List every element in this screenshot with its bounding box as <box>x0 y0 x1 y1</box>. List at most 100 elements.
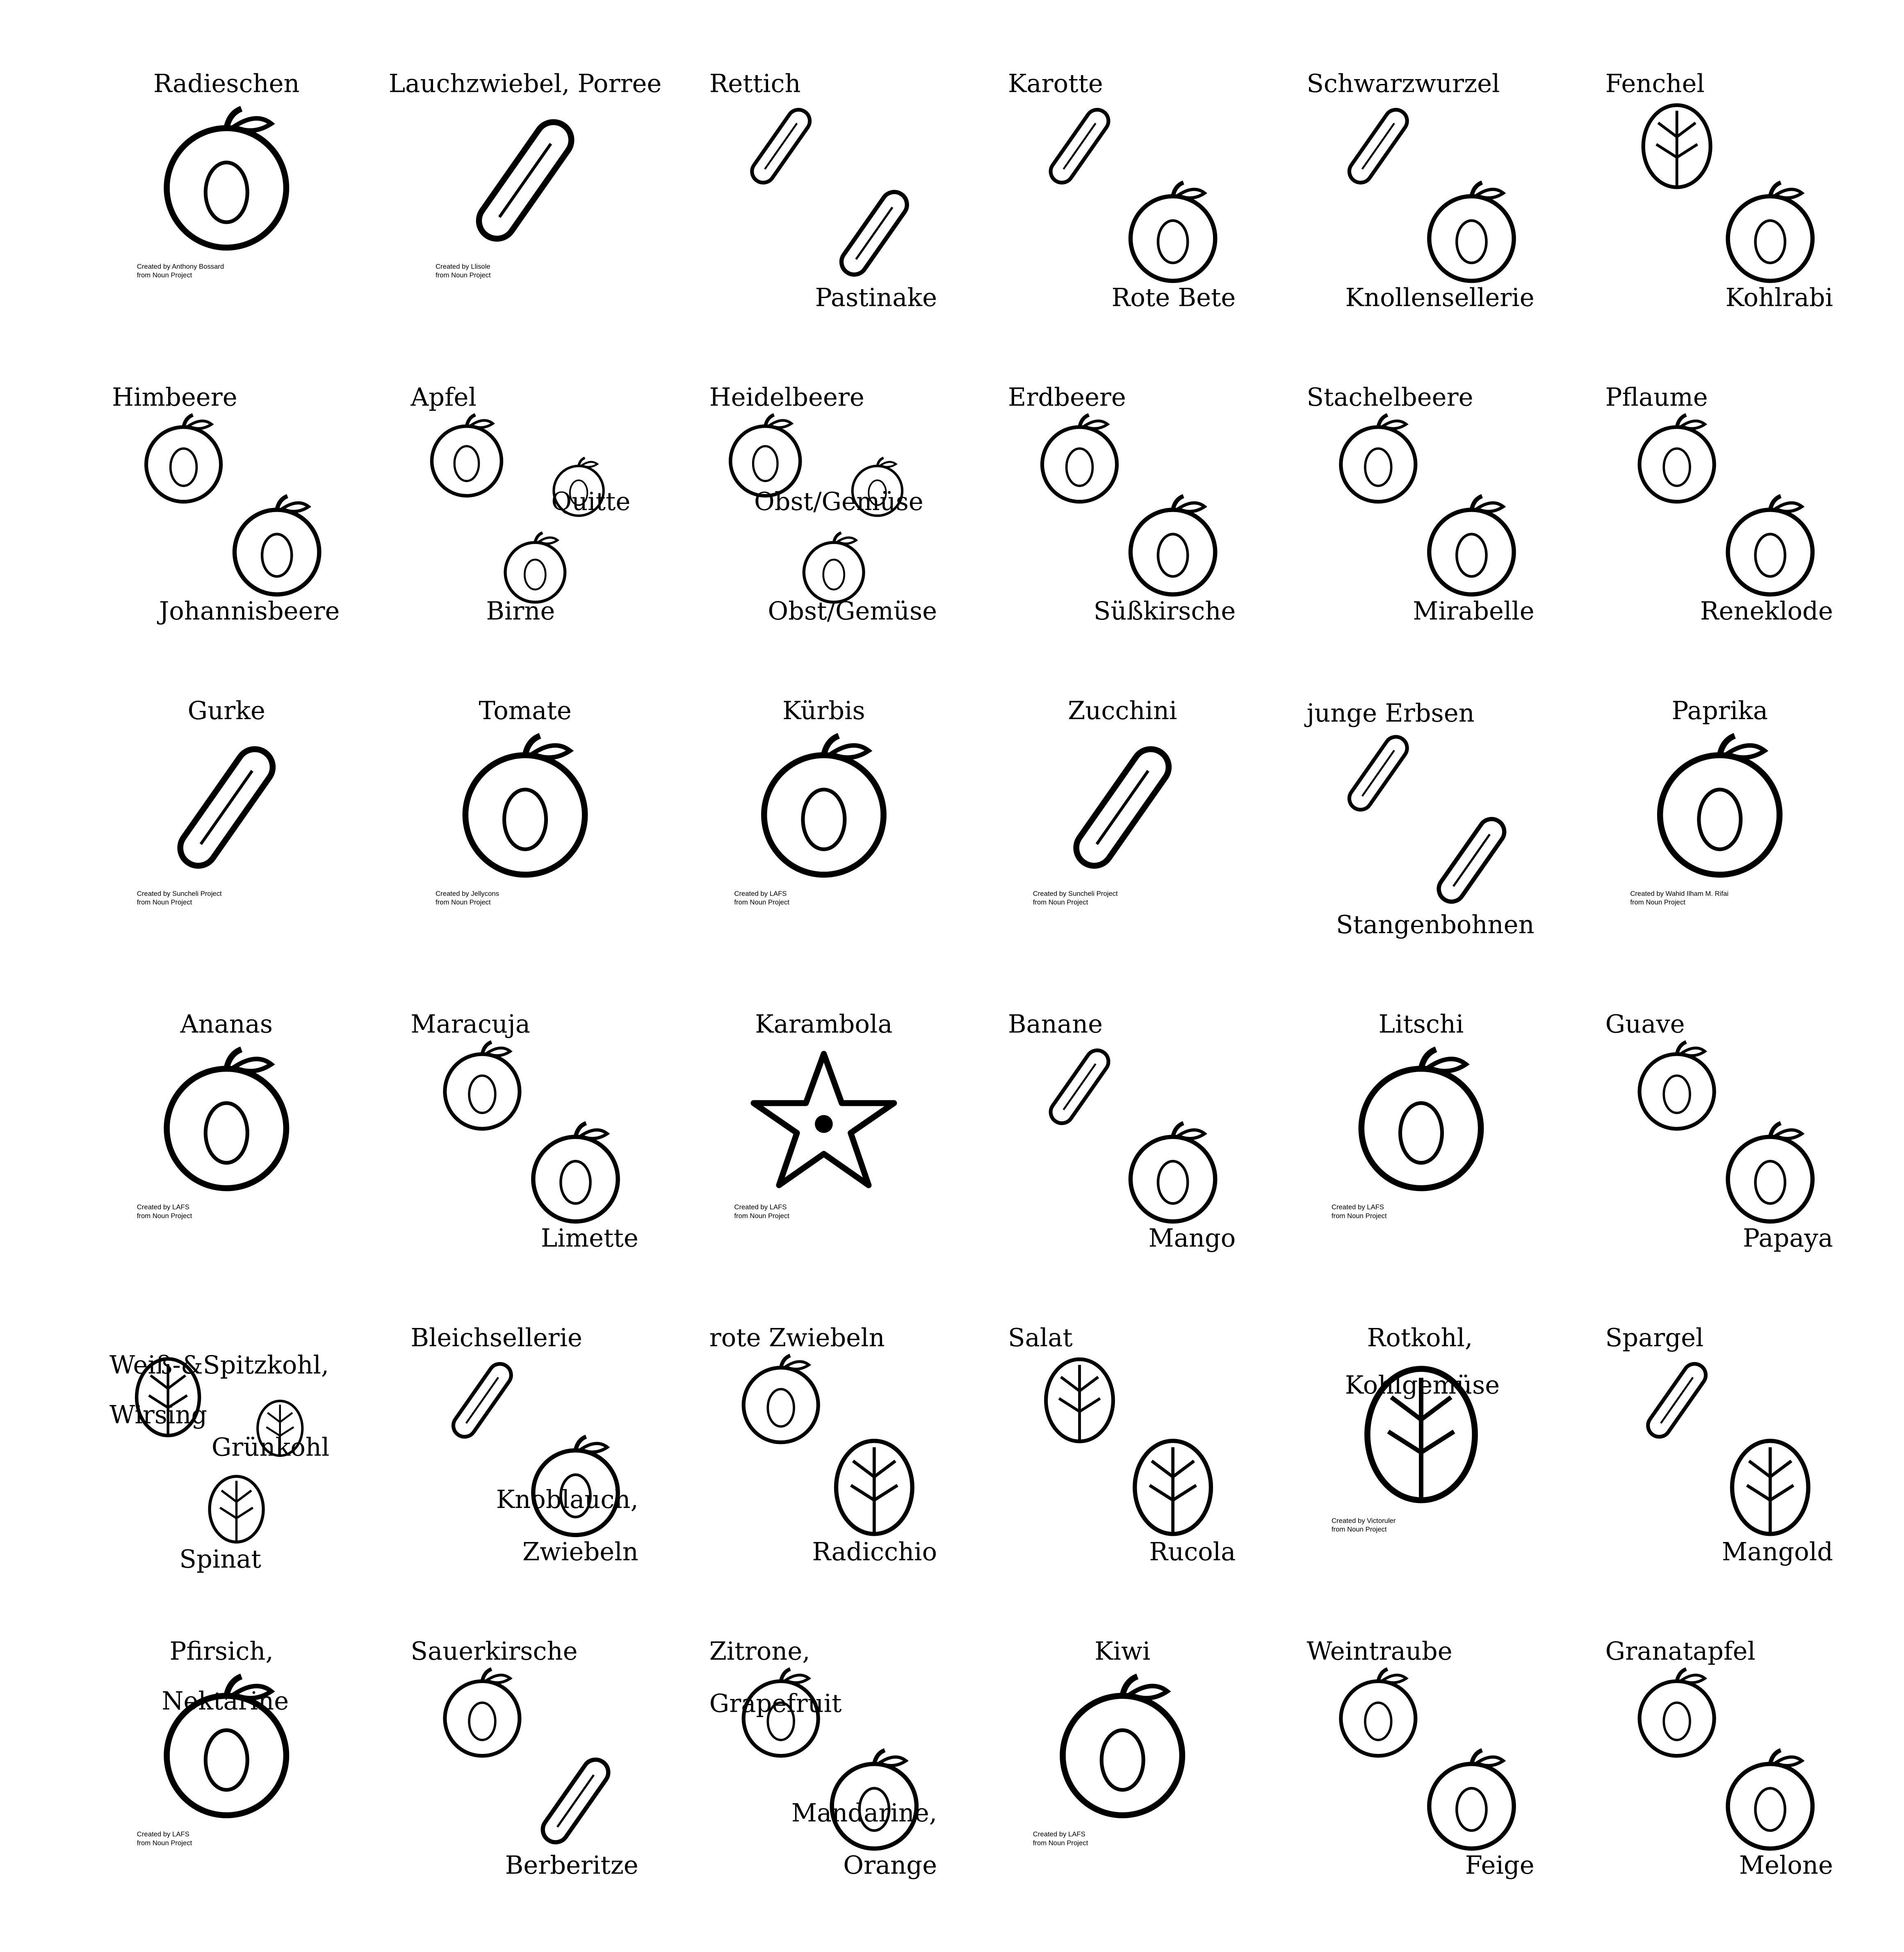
mirabelle-icon <box>1418 494 1524 600</box>
quince-icon <box>547 456 610 519</box>
item-label: Kürbis <box>782 695 865 726</box>
item-label: Tomate <box>479 695 572 726</box>
credit-line: from Noun Project <box>137 272 192 280</box>
credit-line: from Noun Project <box>436 899 491 907</box>
cell-apple: Apfel Quitte Birne <box>410 382 734 696</box>
credit-line: from Noun Project <box>137 899 192 907</box>
lychee-icon <box>1346 1046 1496 1196</box>
credit-line: Created by Anthony Bossard <box>137 264 224 271</box>
credit-line: Created by LAFS <box>734 1204 787 1212</box>
cell-bell-pepper: Paprika Created by Wahid Ilham M. Rifai fr… <box>1630 695 1904 1009</box>
credit-line: Created by Wahid Ilham M. Rifai <box>1630 891 1728 898</box>
pomegranate-icon <box>1630 1667 1724 1761</box>
credit-line: Created by Suncheli Project <box>137 891 222 898</box>
guava-icon <box>1630 1040 1724 1134</box>
item-label: Mirabelle <box>1413 596 1535 626</box>
cell-tomato: Tomate Created by Jellycons from Noun Proj… <box>436 695 734 1009</box>
credit-line: Created by LAFS <box>1033 1831 1085 1839</box>
item-label: Melone <box>1739 1850 1833 1880</box>
item-label: Bleichsellerie <box>410 1322 583 1353</box>
white-radish-icon <box>734 100 828 193</box>
item-label: Kohlrabi <box>1725 282 1833 312</box>
item-label: Granatapfel <box>1605 1636 1756 1666</box>
cabbage-icon <box>124 1354 211 1441</box>
currant-icon <box>224 494 330 600</box>
attribution-credit: Created by Suncheli Project from Noun Pro… <box>137 891 222 907</box>
item-label: Ananas <box>180 1009 273 1039</box>
grape-bunch-icon <box>846 456 909 519</box>
cell-pea-pod: junge Erbsen Stangenbohnen <box>1307 695 1630 1009</box>
zucchini-icon <box>1048 733 1197 882</box>
attribution-credit: Created by Suncheli Project from Noun Pro… <box>1033 891 1118 907</box>
cell-gooseberry: Stachelbeere Mirabelle <box>1307 382 1630 696</box>
item-label: Banane <box>1008 1009 1103 1039</box>
chard-icon <box>1717 1435 1823 1540</box>
item-label: Maracuja <box>410 1009 531 1039</box>
credit-line: Created by LAFS <box>137 1831 189 1839</box>
rucola-icon <box>1120 1435 1226 1540</box>
green-beans-icon <box>1418 807 1524 913</box>
item-label: Pastinake <box>815 282 937 312</box>
credit-line: from Noun Project <box>734 1212 789 1220</box>
item-label: Karotte <box>1008 68 1103 98</box>
celeriac-icon <box>1418 180 1524 286</box>
pea-pod-icon <box>1332 727 1425 820</box>
cell-white-radish: Rettich Pastinake <box>709 68 1033 382</box>
peach-icon <box>152 1674 301 1823</box>
credit-line: Created by Victoruler <box>1332 1518 1396 1526</box>
grapefruit-icon <box>734 1667 828 1761</box>
item-label: Papaya <box>1743 1223 1833 1253</box>
cell-asparagus: Spargel Mangold <box>1605 1323 1904 1636</box>
raspberry-icon <box>137 413 230 506</box>
attribution-credit: Created by LAFS from Noun Project <box>734 1204 789 1220</box>
item-label: Rotkohl, <box>1367 1322 1473 1353</box>
cell-pumpkin: Kürbis Created by LAFS from Noun Project <box>734 695 1033 1009</box>
cell-red-onion: rote Zwiebeln Radicchio <box>709 1323 1033 1636</box>
item-label: Berberitze <box>505 1850 638 1880</box>
cell-passion-fruit: Maracuja Limette <box>410 1009 734 1323</box>
parsnip-icon <box>821 180 927 286</box>
orange-icon <box>821 1748 927 1854</box>
credit-line: from Noun Project <box>137 1839 192 1847</box>
item-label: Lauchzwiebel, Porree <box>388 68 662 98</box>
credit-line: from Noun Project <box>1033 899 1088 907</box>
item-label: Apfel <box>410 382 477 412</box>
plum-icon <box>1630 413 1724 506</box>
item-label: Feige <box>1465 1850 1535 1880</box>
blackberry-icon <box>796 531 871 606</box>
cell-plum: Pflaume Reneklode <box>1605 382 1904 696</box>
item-label: Radieschen <box>153 68 300 98</box>
apple-icon <box>423 413 510 500</box>
attribution-credit: Created by Jellycons from Noun Project <box>436 891 499 907</box>
item-label: Litschi <box>1378 1009 1464 1039</box>
item-label: Weintraube <box>1307 1636 1453 1666</box>
item-label: junge Erbsen <box>1307 698 1475 728</box>
attribution-credit: Created by Anthony Bossard from Noun Proj… <box>137 264 224 280</box>
gooseberry-icon <box>1332 413 1425 506</box>
melon-icon <box>1717 1748 1823 1854</box>
credit-line: Created by Jellycons <box>436 891 499 898</box>
mango-icon <box>1120 1121 1226 1227</box>
cell-lychee: Litschi Created by LAFS from Noun Project <box>1332 1009 1630 1323</box>
cell-raspberry: Himbeere Johannisbeere <box>112 382 436 696</box>
red-cabbage-icon <box>1346 1360 1496 1509</box>
grapes-icon <box>1332 1667 1425 1761</box>
pineapple-icon <box>152 1046 301 1196</box>
attribution-credit: Created by Llisole from Noun Project <box>436 264 491 280</box>
passion-fruit-icon <box>436 1040 529 1134</box>
red-onion-icon <box>734 1353 828 1447</box>
item-label: Radicchio <box>812 1536 937 1567</box>
sour-cherry-icon <box>436 1667 529 1761</box>
icon-sheet: Radieschen Created by Anthony Bossard from… <box>0 0 1904 1952</box>
cell-pineapple: Ananas Created by LAFS from Noun Project <box>137 1009 436 1323</box>
cell-kiwi: Kiwi Created by LAFS from Noun Project <box>1033 1636 1332 1950</box>
cell-celery: Bleichsellerie Knoblauch, Zwiebeln <box>410 1323 734 1636</box>
credit-line: Created by LAFS <box>137 1204 189 1212</box>
banana-icon <box>1033 1040 1126 1134</box>
item-label: Guave <box>1605 1009 1685 1039</box>
item-label: Paprika <box>1671 695 1768 726</box>
cell-zucchini: Zucchini Created by Suncheli Project from … <box>1033 695 1332 1009</box>
attribution-credit: Created by LAFS from Noun Project <box>734 891 789 907</box>
asparagus-icon <box>1630 1354 1724 1447</box>
radicchio-icon <box>821 1435 927 1540</box>
